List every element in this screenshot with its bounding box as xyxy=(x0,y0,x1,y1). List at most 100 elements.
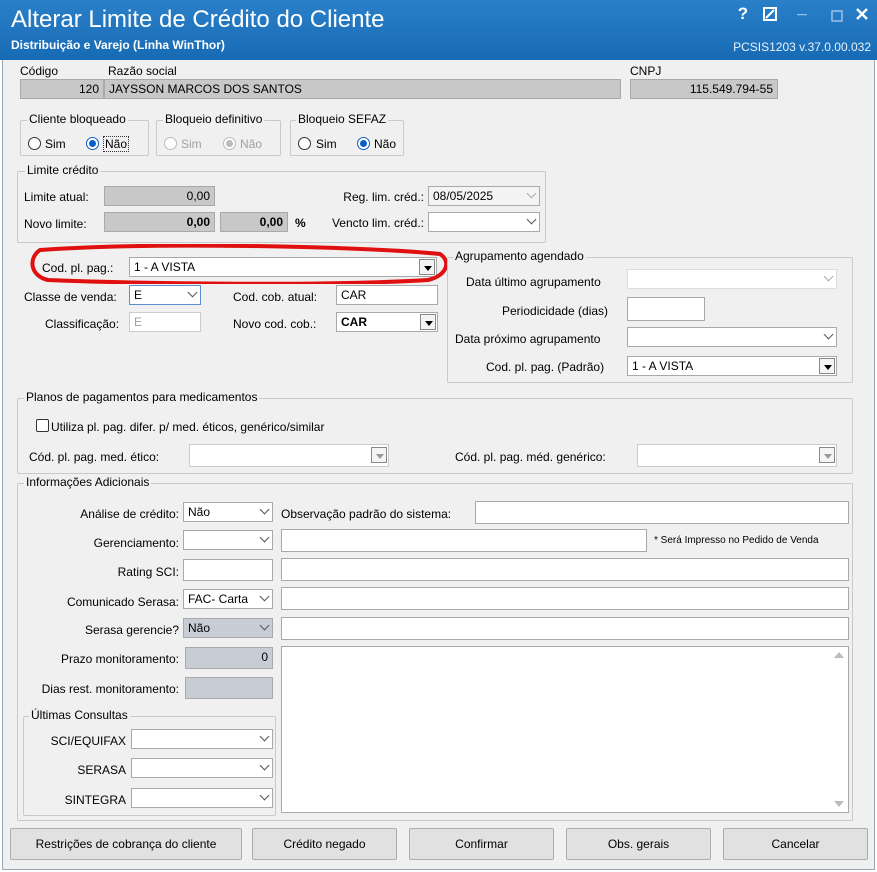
sci-equifax-select[interactable] xyxy=(131,729,273,749)
reg-lim-cred-field[interactable]: 08/05/2025 xyxy=(428,186,540,206)
analise-credito-select[interactable]: Não xyxy=(183,502,273,522)
bloqueio-definitivo-sim-label: Sim xyxy=(181,137,202,151)
cnpj-label: CNPJ xyxy=(630,64,662,78)
cliente-bloqueado-title: Cliente bloqueado xyxy=(27,112,128,126)
rating-sci-field[interactable] xyxy=(183,559,273,581)
limite-credito-group xyxy=(17,171,546,243)
program-version: PCSIS1203 v.37.0.00.032 xyxy=(733,40,871,54)
scroll-down-icon[interactable] xyxy=(834,801,844,807)
serasa-gerencie-select[interactable]: Não xyxy=(183,618,273,638)
cod-pl-pag-padrao-select[interactable]: 1 - A VISTA xyxy=(627,356,837,376)
title-bar: Alterar Limite de Crédito do Cliente Dis… xyxy=(0,0,877,60)
cliente-bloqueado-sim-radio[interactable] xyxy=(28,137,41,150)
dias-rest-monitoramento-field[interactable] xyxy=(185,677,273,699)
chevron-down-icon xyxy=(259,731,270,742)
bloqueio-sefaz-nao-label: Não xyxy=(374,137,397,151)
comunicado-serasa-select[interactable]: FAC- Carta xyxy=(183,589,273,609)
data-proximo-agrupamento-field[interactable] xyxy=(627,327,837,347)
informacoes-adicionais-title: Informações Adicionais xyxy=(24,475,152,489)
scroll-up-icon[interactable] xyxy=(834,652,844,658)
bloqueio-sefaz-nao-radio[interactable] xyxy=(357,137,370,150)
gerenciamento-obs-field[interactable] xyxy=(281,529,647,552)
codigo-label: Código xyxy=(20,64,59,78)
window-title: Alterar Limite de Crédito do Cliente xyxy=(11,6,385,33)
cod-pl-pag-select[interactable]: 1 - A VISTA xyxy=(129,257,437,277)
novo-limite-field[interactable]: 0,00 xyxy=(104,212,215,232)
utiliza-pl-pag-checkbox[interactable] xyxy=(36,419,49,432)
classe-venda-select[interactable]: E xyxy=(129,285,201,305)
comunicado-serasa-label: Comunicado Serasa: xyxy=(66,595,179,609)
impresso-note: * Será Impresso no Pedido de Venda xyxy=(654,535,819,546)
reg-lim-cred-value: 08/05/2025 xyxy=(433,189,494,203)
classificacao-label: Classificação: xyxy=(45,317,120,331)
periodicidade-field[interactable] xyxy=(627,297,705,321)
cod-pl-pag-med-generico-select[interactable] xyxy=(637,444,837,467)
bloqueio-definitivo-nao-radio[interactable] xyxy=(223,137,236,150)
comunicado-serasa-obs-field[interactable] xyxy=(281,587,849,610)
observacao-padrao-label: Observação padrão do sistema: xyxy=(281,507,452,521)
cod-pl-pag-med-etico-label: Cód. pl. pag. med. ético: xyxy=(29,450,160,464)
maximize-icon[interactable] xyxy=(827,7,847,27)
serasa-label: SERASA xyxy=(77,763,126,777)
chevron-down-icon xyxy=(259,532,270,543)
prazo-monitoramento-label: Prazo monitoramento: xyxy=(60,652,179,666)
vencto-lim-cred-field[interactable] xyxy=(428,212,540,232)
bloqueio-definitivo-title: Bloqueio definitivo xyxy=(163,112,265,126)
razao-social-field: JAYSSON MARCOS DOS SANTOS xyxy=(104,79,621,99)
data-proximo-agrupamento-label: Data próximo agrupamento xyxy=(455,332,601,346)
minimize-icon[interactable]: _ xyxy=(792,0,812,18)
confirmar-button[interactable]: Confirmar xyxy=(409,828,554,860)
rating-sci-label: Rating SCI: xyxy=(117,565,179,579)
restore-icon[interactable] xyxy=(760,6,780,26)
limite-atual-field: 0,00 xyxy=(104,186,215,206)
razao-social-label: Razão social xyxy=(108,64,177,78)
bloqueio-sefaz-sim-label: Sim xyxy=(316,137,337,151)
chevron-down-icon xyxy=(526,214,537,225)
bloqueio-definitivo-sim-radio[interactable] xyxy=(164,137,177,150)
vencto-lim-cred-label: Vencto lim. créd.: xyxy=(331,216,424,230)
sci-equifax-label: SCI/EQUIFAX xyxy=(50,734,126,748)
cod-cob-atual-field: CAR xyxy=(336,285,438,305)
novo-cod-cob-select[interactable]: CAR xyxy=(336,312,438,332)
dropdown-arrow-icon xyxy=(819,358,835,374)
cod-cob-atual-label: Cod. cob. atual: xyxy=(233,290,318,304)
codigo-field: 120 xyxy=(20,79,104,99)
help-button[interactable]: ? xyxy=(733,4,753,24)
periodicidade-label: Periodicidade (dias) xyxy=(502,304,609,318)
chevron-down-icon xyxy=(823,271,834,282)
observacao-padrao-field[interactable] xyxy=(475,501,849,524)
cliente-bloqueado-nao-radio[interactable] xyxy=(86,137,99,150)
prazo-monitoramento-field[interactable]: 0 xyxy=(185,647,273,669)
cod-pl-pag-med-generico-label: Cód. pl. pag. méd. genérico: xyxy=(455,450,606,464)
obs-gerais-button[interactable]: Obs. gerais xyxy=(566,828,711,860)
bloqueio-sefaz-sim-radio[interactable] xyxy=(298,137,311,150)
chevron-down-icon xyxy=(259,620,270,631)
restricoes-cobranca-button[interactable]: Restrições de cobrança do cliente xyxy=(10,828,242,860)
dropdown-arrow-icon xyxy=(419,259,435,275)
gerenciamento-select[interactable] xyxy=(183,530,273,550)
data-ultimo-agrupamento-field[interactable] xyxy=(627,269,837,289)
percent-symbol: % xyxy=(295,216,306,230)
classificacao-field: E xyxy=(129,312,201,332)
cancelar-button[interactable]: Cancelar xyxy=(723,828,868,860)
dropdown-arrow-icon xyxy=(420,314,436,330)
cnpj-field: 115.549.794-55 xyxy=(630,79,778,99)
utiliza-pl-pag-label: Utiliza pl. pag. difer. p/ med. éticos, … xyxy=(51,420,325,434)
serasa-gerencie-obs-field[interactable] xyxy=(281,617,849,640)
serasa-gerencie-value: Não xyxy=(188,621,211,635)
novo-limite-label: Novo limite: xyxy=(24,217,87,231)
bloqueio-sefaz-title: Bloqueio SEFAZ xyxy=(296,112,389,126)
rating-sci-obs-field[interactable] xyxy=(281,558,849,581)
chevron-down-icon xyxy=(259,504,270,515)
data-ultimo-agrupamento-label: Data último agrupamento xyxy=(466,275,601,289)
analise-credito-label: Análise de crédito: xyxy=(80,507,179,521)
serasa-select[interactable] xyxy=(131,758,273,778)
dias-rest-monitoramento-label: Dias rest. monitoramento: xyxy=(41,682,179,696)
sintegra-select[interactable] xyxy=(131,788,273,808)
novo-limite-percent-field[interactable]: 0,00 xyxy=(220,212,288,232)
credito-negado-button[interactable]: Crédito negado xyxy=(252,828,397,860)
cod-pl-pag-med-etico-select[interactable] xyxy=(189,444,389,467)
close-icon[interactable] xyxy=(852,6,872,26)
medicamentos-title: Planos de pagamentos para medicamentos xyxy=(24,390,260,404)
observacoes-memo[interactable] xyxy=(281,646,849,813)
